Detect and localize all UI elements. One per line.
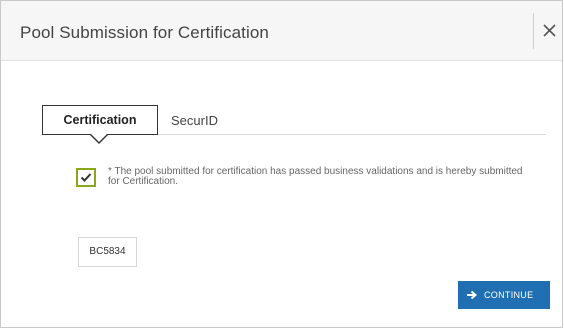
pool-submission-dialog: Pool Submission for Certification Certif…: [0, 0, 563, 328]
checkmark-icon: [80, 173, 92, 182]
certification-checkbox[interactable]: [76, 168, 96, 187]
certification-statement: * The pool submitted for certification h…: [108, 166, 523, 187]
close-icon: [543, 24, 556, 37]
dialog-title: Pool Submission for Certification: [20, 23, 269, 42]
continue-label: CONTINUE: [484, 290, 534, 300]
pool-id-value: BC5834: [78, 237, 137, 267]
arrow-right-icon: [467, 290, 477, 300]
close-button[interactable]: [533, 13, 563, 49]
tab-securid[interactable]: SecurID: [171, 113, 218, 128]
continue-button[interactable]: CONTINUE: [458, 281, 550, 309]
tab-certification[interactable]: Certification: [42, 105, 158, 135]
active-tab-caret-fill: [91, 134, 107, 142]
dialog-header: Pool Submission for Certification: [1, 1, 562, 61]
